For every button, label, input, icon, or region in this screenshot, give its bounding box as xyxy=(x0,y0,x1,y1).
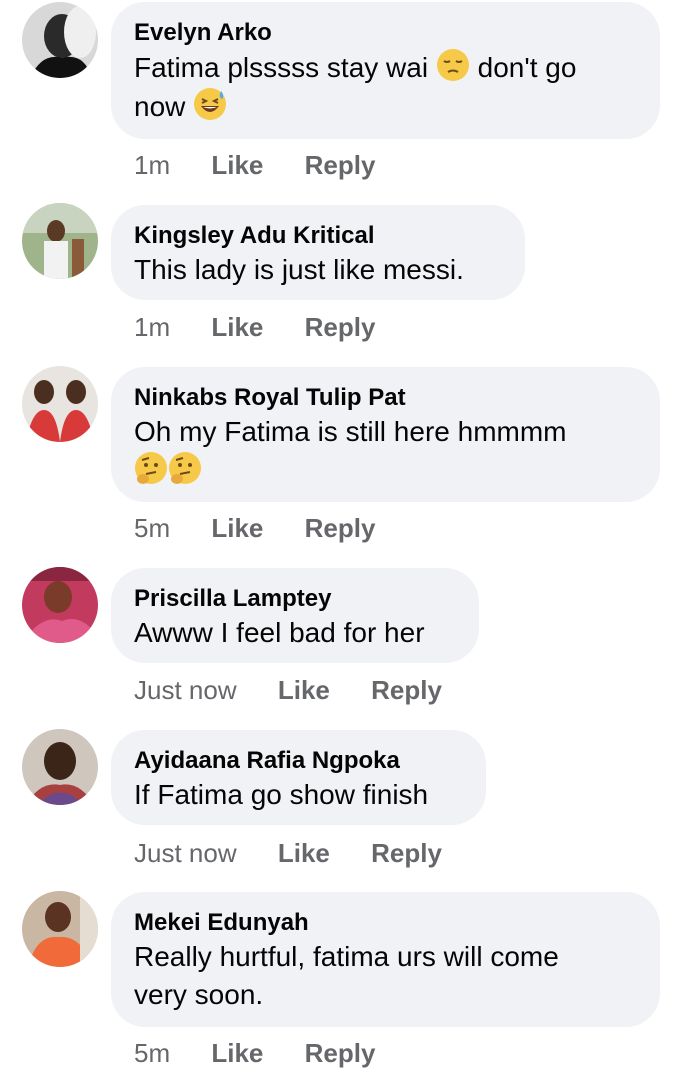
comment-time[interactable]: Just now xyxy=(134,675,237,705)
comment-actions: 1m Like Reply xyxy=(134,312,409,343)
comment-actions: 5m Like Reply xyxy=(134,1038,409,1069)
like-button[interactable]: Like xyxy=(278,838,330,868)
avatar[interactable] xyxy=(22,2,98,78)
comment-time[interactable]: 5m xyxy=(134,1038,170,1068)
comment-time[interactable]: 1m xyxy=(134,312,170,342)
like-button[interactable]: Like xyxy=(211,513,263,543)
comment-time[interactable]: Just now xyxy=(134,838,237,868)
avatar[interactable] xyxy=(22,366,98,442)
comment-time[interactable]: 1m xyxy=(134,150,170,180)
comment-text: Really hurtful, fatima urs will come ver… xyxy=(134,941,559,1010)
grinning-sweat-icon xyxy=(194,88,227,120)
comment-text: This lady is just like messi. xyxy=(134,254,464,285)
commenter-name[interactable]: Priscilla Lamptey xyxy=(134,584,455,614)
comment-bubble: Ninkabs Royal Tulip Pat Oh my Fatima is … xyxy=(111,367,660,502)
comment-actions: Just now Like Reply xyxy=(134,675,476,706)
reply-button[interactable]: Reply xyxy=(305,1038,376,1068)
like-button[interactable]: Like xyxy=(211,1038,263,1068)
comment-actions: Just now Like Reply xyxy=(134,838,476,869)
comment-bubble: Mekei Edunyah Really hurtful, fatima urs… xyxy=(111,892,660,1027)
avatar[interactable] xyxy=(22,729,98,805)
comment-bubble: Ayidaana Rafia Ngpoka If Fatima go show … xyxy=(111,730,486,825)
reply-button[interactable]: Reply xyxy=(305,513,376,543)
thinking-face-icon xyxy=(135,452,167,484)
comment-bubble: Priscilla Lamptey Awww I feel bad for he… xyxy=(111,568,479,663)
reply-button[interactable]: Reply xyxy=(371,838,442,868)
like-button[interactable]: Like xyxy=(211,150,263,180)
commenter-name[interactable]: Ayidaana Rafia Ngpoka xyxy=(134,746,462,776)
comment-text: Awww I feel bad for her xyxy=(134,617,425,648)
commenter-name[interactable]: Ninkabs Royal Tulip Pat xyxy=(134,383,636,413)
commenter-name[interactable]: Kingsley Adu Kritical xyxy=(134,221,501,251)
like-button[interactable]: Like xyxy=(278,675,330,705)
reply-button[interactable]: Reply xyxy=(305,312,376,342)
commenter-name[interactable]: Evelyn Arko xyxy=(134,18,636,48)
avatar[interactable] xyxy=(22,891,98,967)
comment-text: Oh my Fatima is still here hmmmm xyxy=(134,413,636,490)
commenter-name[interactable]: Mekei Edunyah xyxy=(134,908,636,938)
avatar[interactable] xyxy=(22,203,98,279)
pensive-face-icon xyxy=(436,49,469,81)
comment-actions: 5m Like Reply xyxy=(134,513,409,544)
comment-actions: 1m Like Reply xyxy=(134,150,409,181)
avatar[interactable] xyxy=(22,567,98,643)
comment-text: Fatima plsssss stay wai don't go now xyxy=(134,48,636,126)
reply-button[interactable]: Reply xyxy=(371,675,442,705)
reply-button[interactable]: Reply xyxy=(305,150,376,180)
comment-bubble: Evelyn Arko Fatima plsssss stay wai don'… xyxy=(111,2,660,139)
comment-bubble: Kingsley Adu Kritical This lady is just … xyxy=(111,205,525,300)
comment-text: If Fatima go show finish xyxy=(134,779,429,810)
thinking-face-icon xyxy=(169,452,201,484)
comment-time[interactable]: 5m xyxy=(134,513,170,543)
like-button[interactable]: Like xyxy=(211,312,263,342)
